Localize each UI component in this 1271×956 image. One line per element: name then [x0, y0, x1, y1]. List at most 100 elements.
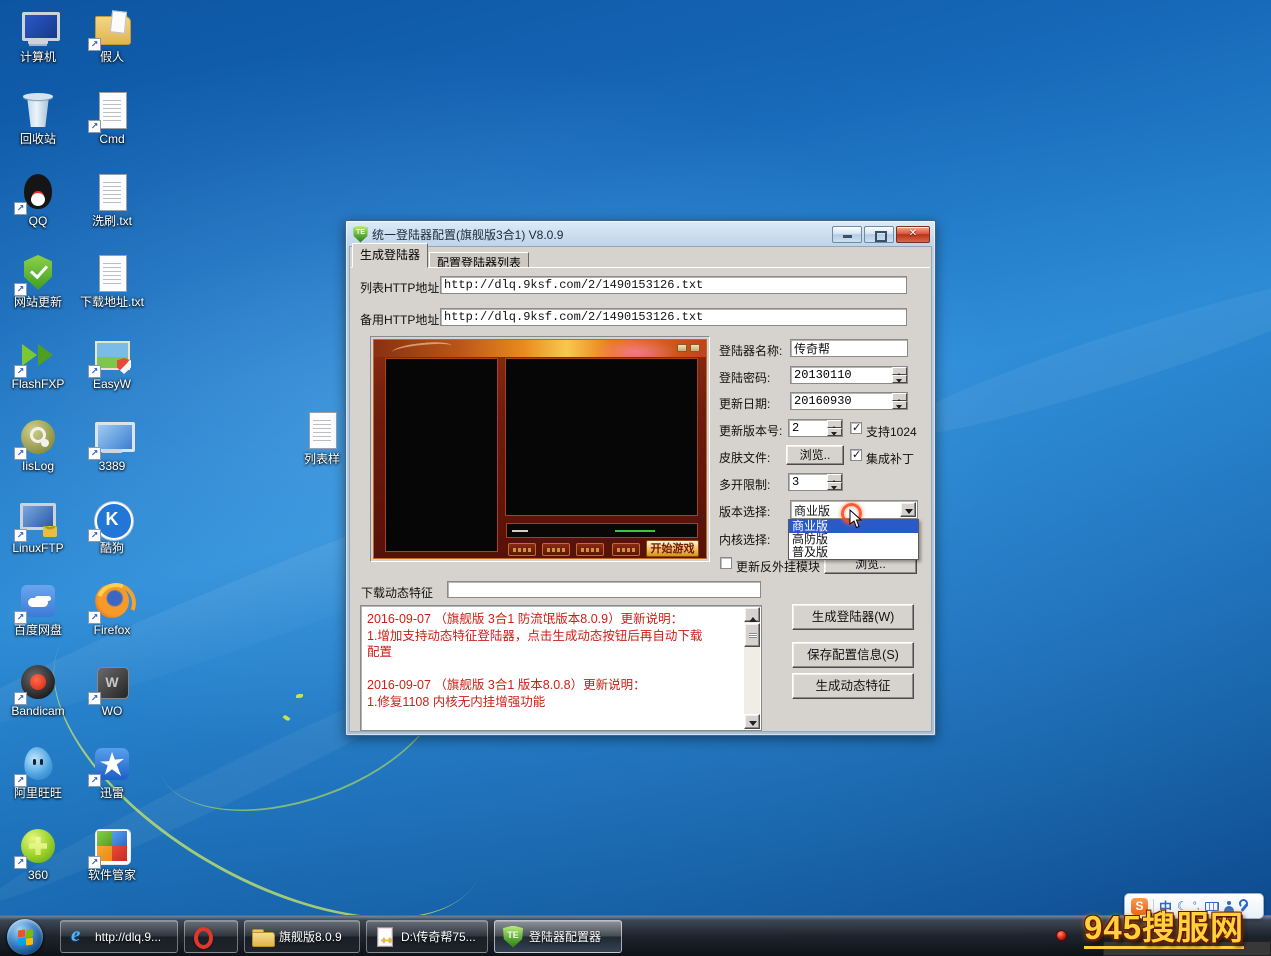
shortcut-arrow-icon: ↗ — [14, 611, 27, 624]
bandicam-icon: ↗ — [16, 660, 60, 704]
multi-open-spinner[interactable] — [788, 473, 843, 491]
window-titlebar[interactable]: TE 统一登陆器配置(旗舰版3合1) V8.0.9 — [349, 223, 932, 245]
support-1024-checkbox[interactable] — [850, 422, 862, 434]
shortcut-arrow-icon: ↗ — [14, 856, 27, 869]
feature-input[interactable] — [447, 581, 761, 598]
list-http-input[interactable] — [440, 276, 907, 294]
tray-red-icon[interactable] — [1056, 930, 1067, 941]
anti-hack-label: 更新反外挂模块 — [736, 558, 820, 575]
version-select-label: 版本选择: — [719, 503, 770, 520]
desktop-icon-IisLog[interactable]: ↗IisLog — [4, 415, 72, 473]
taskbar-button-label: D:\传奇帮75... — [401, 928, 476, 945]
version-combobox-value: 商业版 — [794, 504, 830, 518]
date-spinner[interactable] — [790, 392, 908, 410]
skin-button — [576, 543, 604, 556]
taskbar-button-D:\传奇帮75...[interactable]: D:\传奇帮75... — [366, 920, 488, 953]
shield-icon: ↗ — [16, 251, 60, 295]
log-line — [367, 661, 739, 678]
tab-bar: 生成登陆器配置登陆器列表 — [352, 249, 530, 268]
desktop-icon-label: 软件管家 — [78, 869, 146, 882]
desktop-icon-迅雷[interactable]: ↗迅雷 — [78, 742, 146, 800]
desktop-icon-网站更新[interactable]: ↗网站更新 — [4, 251, 72, 309]
wallpaper-streak — [885, 254, 1271, 456]
scroll-up-icon[interactable] — [744, 607, 760, 622]
desktop-icon-酷狗[interactable]: ↗酷狗 — [78, 497, 146, 555]
desktop-icon-WO[interactable]: ↗WO — [78, 660, 146, 718]
skin-button — [508, 543, 536, 556]
desktop-icon-阿里旺旺[interactable]: ↗阿里旺旺 — [4, 742, 72, 800]
generate-launcher-button[interactable]: 生成登陆器(W) — [792, 604, 914, 630]
desktop-icon-label: WO — [78, 705, 146, 718]
desktop-icon-label: 洗刷.txt — [78, 215, 146, 228]
desktop-icon-软件管家[interactable]: ↗软件管家 — [78, 824, 146, 882]
dropdown-option-普及版[interactable]: 普及版 — [789, 546, 918, 559]
desktop-icon-QQ[interactable]: ↗QQ — [4, 170, 72, 228]
window-client-area: 生成登陆器配置登陆器列表 列表HTTP地址 备用HTTP地址 — [349, 246, 932, 732]
tab-generate-launcher[interactable]: 生成登陆器 — [352, 243, 428, 268]
shortcut-arrow-icon: ↗ — [88, 856, 101, 869]
anti-hack-checkbox[interactable] — [720, 557, 732, 569]
folder-icon — [252, 926, 274, 948]
wallpaper-leaf — [296, 694, 303, 698]
shortcut-arrow-icon: ↗ — [88, 529, 101, 542]
desktop-icon-假人[interactable]: ↗假人 — [78, 6, 146, 64]
skin-banner — [374, 340, 706, 357]
wo-icon: ↗ — [90, 660, 134, 704]
xunlei-icon: ↗ — [90, 742, 134, 786]
desktop-icon-回收站[interactable]: 回收站 — [4, 88, 72, 146]
start-button[interactable] — [7, 919, 43, 955]
shortcut-arrow-icon: ↗ — [88, 692, 101, 705]
desktop-icon-Firefox[interactable]: ↗Firefox — [78, 579, 146, 637]
desktop-icon-label: Bandicam — [4, 705, 72, 718]
desktop-icon-Bandicam[interactable]: ↗Bandicam — [4, 660, 72, 718]
desktop-icon-3389[interactable]: ↗3389 — [78, 415, 146, 473]
skin-browse-button[interactable]: 浏览.. — [786, 445, 844, 465]
skin-server-list-panel — [385, 358, 498, 552]
shortcut-arrow-icon: ↗ — [14, 692, 27, 705]
opera-icon — [192, 926, 214, 948]
desktop-icon-百度网盘[interactable]: ↗百度网盘 — [4, 579, 72, 637]
desktop-icon-FlashFXP[interactable]: ↗FlashFXP — [4, 333, 72, 391]
scroll-down-icon[interactable] — [744, 714, 760, 729]
desktop-icon-下载地址.txt[interactable]: 下载地址.txt — [78, 251, 146, 309]
backup-http-input[interactable] — [440, 308, 907, 326]
aliww-icon: ↗ — [16, 742, 60, 786]
tab-configure-launcher-list[interactable]: 配置登陆器列表 — [429, 252, 529, 268]
desktop-icon-计算机[interactable]: 计算机 — [4, 6, 72, 64]
taskbar-button-opera[interactable] — [184, 920, 238, 953]
kugou-icon: ↗ — [90, 497, 134, 541]
desktop-icon-label: 百度网盘 — [4, 624, 72, 637]
save-config-button[interactable]: 保存配置信息(S) — [792, 642, 914, 668]
taskbar-button-旗舰版8.0.9[interactable]: 旗舰版8.0.9 — [244, 920, 360, 953]
tab-page-generate: 列表HTTP地址 备用HTTP地址 — [351, 267, 930, 730]
desktop-icon-Cmd[interactable]: ↗Cmd — [78, 88, 146, 146]
skin-close-icon — [690, 344, 700, 352]
taskbar-button-http://dlq.9...[interactable]: http://dlq.9... — [60, 920, 178, 953]
shortcut-arrow-icon: ↗ — [14, 447, 27, 460]
log-scrollbar[interactable] — [744, 607, 760, 729]
desktop-icon-360[interactable]: ↗360 — [4, 824, 72, 882]
minimize-button[interactable] — [832, 226, 862, 243]
version-number-spinner[interactable] — [788, 419, 843, 437]
desktop-icon-洗刷.txt[interactable]: 洗刷.txt — [78, 170, 146, 228]
name-label: 登陆器名称: — [719, 342, 782, 359]
softmgr-icon: ↗ — [90, 824, 134, 868]
desktop-icon-label: 假人 — [78, 51, 146, 64]
desktop-icon-EasyW[interactable]: ↗EasyW — [78, 333, 146, 391]
taskbar-button-登陆器配置器[interactable]: 登陆器配置器 — [494, 920, 622, 953]
maximize-button[interactable] — [864, 226, 894, 243]
name-input[interactable] — [790, 339, 908, 357]
desktop-icon-LinuxFTP[interactable]: ↗LinuxFTP — [4, 497, 72, 555]
patch-checkbox[interactable] — [850, 449, 862, 461]
password-spinner[interactable] — [790, 366, 908, 384]
combobox-dropdown-icon[interactable] — [900, 502, 916, 517]
scrollbar-thumb[interactable] — [744, 623, 760, 647]
skin-minimize-icon — [677, 344, 687, 352]
feature-label: 下载动态特征 — [361, 584, 433, 601]
shortcut-arrow-icon: ↗ — [88, 120, 101, 133]
desktop: 计算机↗假人回收站↗Cmd↗QQ洗刷.txt↗网站更新下载地址.txt↗Flas… — [0, 0, 1271, 956]
recycle-icon — [16, 88, 60, 132]
close-button[interactable] — [896, 226, 930, 243]
generate-dynamic-feature-button[interactable]: 生成动态特征 — [792, 673, 914, 699]
support-1024-label: 支持1024 — [866, 423, 917, 440]
